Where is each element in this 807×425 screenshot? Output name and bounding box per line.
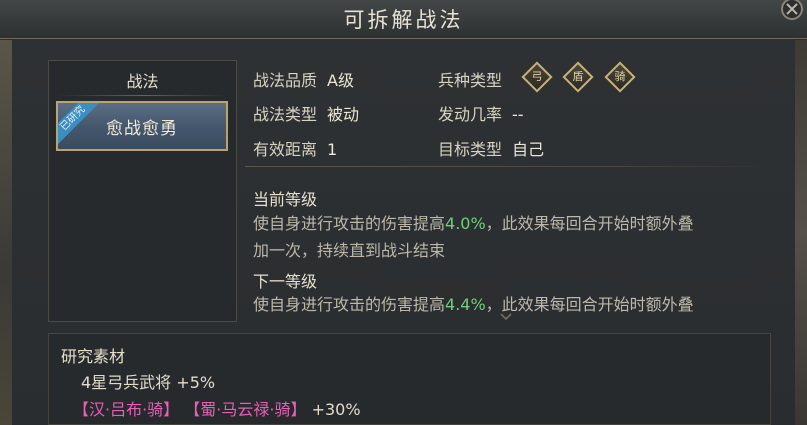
attr-range-value: 1 [327,140,338,159]
hero-name[interactable]: 【汉·吕布·骑】 [73,400,179,419]
attr-target-value: 自己 [512,140,545,159]
background-left-edge [0,40,12,425]
material-requirement: 4星弓兵武将 [81,373,172,392]
tactic-list: 战法 已研究 愈战愈勇 [48,60,237,322]
current-level-title: 当前等级 [253,190,318,209]
attr-quality: 战法品质 A级 [253,67,354,91]
attr-target: 目标类型 自己 [438,136,544,160]
attr-type-value: 被动 [327,105,360,124]
current-level-line2: 加一次，持续直到战斗结束 [253,241,446,260]
attr-troops-label: 兵种类型 [438,71,503,90]
desc-text: 使自身进行攻击的伤害提高 [253,295,446,314]
material-line-2: 【汉·吕布·骑】 【蜀·马云禄·骑】 +30% [73,396,361,420]
attr-troops: 兵种类型 [438,67,502,91]
attr-quality-value: A级 [327,71,354,90]
attr-target-label: 目标类型 [438,140,503,159]
attr-trigger-label: 发动几率 [438,105,503,124]
researched-badge: 已研究 [58,103,104,149]
attr-trigger-value: -- [512,105,524,124]
desc-text: ，此效果每回合开始时额外叠 [485,214,694,233]
hero-name[interactable]: 【蜀·马云禄·骑】 [184,400,306,419]
tactic-list-header: 战法 [126,72,159,91]
damage-value: 4.0% [445,214,486,233]
attr-trigger: 发动几率 -- [438,101,524,125]
attr-type-label: 战法类型 [253,105,318,124]
desc-text: 使自身进行攻击的伤害提高 [253,214,446,233]
divider [57,95,228,96]
next-level-title: 下一等级 [253,272,318,291]
tactic-name: 愈战愈勇 [106,118,178,139]
attr-type: 战法类型 被动 [253,101,359,125]
page-title: 可拆解战法 [343,8,464,32]
background-right-edge [795,40,807,425]
close-icon[interactable] [779,0,805,22]
scroll-down-icon[interactable] [500,313,512,321]
title-bar: 可拆解战法 [0,0,807,39]
material-line-1: 4星弓兵武将 +5% [81,369,215,393]
material-bonus: +30% [311,400,361,419]
desc-text: ，此效果每回合开始时额外叠 [485,295,694,314]
divider [245,166,768,167]
materials-title: 研究素材 [61,347,126,366]
material-bonus: +5% [176,373,216,392]
tactic-card[interactable]: 已研究 愈战愈勇 [56,101,228,151]
attr-range: 有效距离 1 [253,136,337,160]
attr-range-label: 有效距离 [253,140,318,159]
damage-value: 4.4% [445,295,486,314]
current-level-line1: 使自身进行攻击的伤害提高4.0%，此效果每回合开始时额外叠 [253,210,768,237]
current-level-desc: 使自身进行攻击的伤害提高4.0%，此效果每回合开始时额外叠 加一次，持续直到战斗… [253,210,768,264]
attr-quality-label: 战法品质 [253,71,318,90]
